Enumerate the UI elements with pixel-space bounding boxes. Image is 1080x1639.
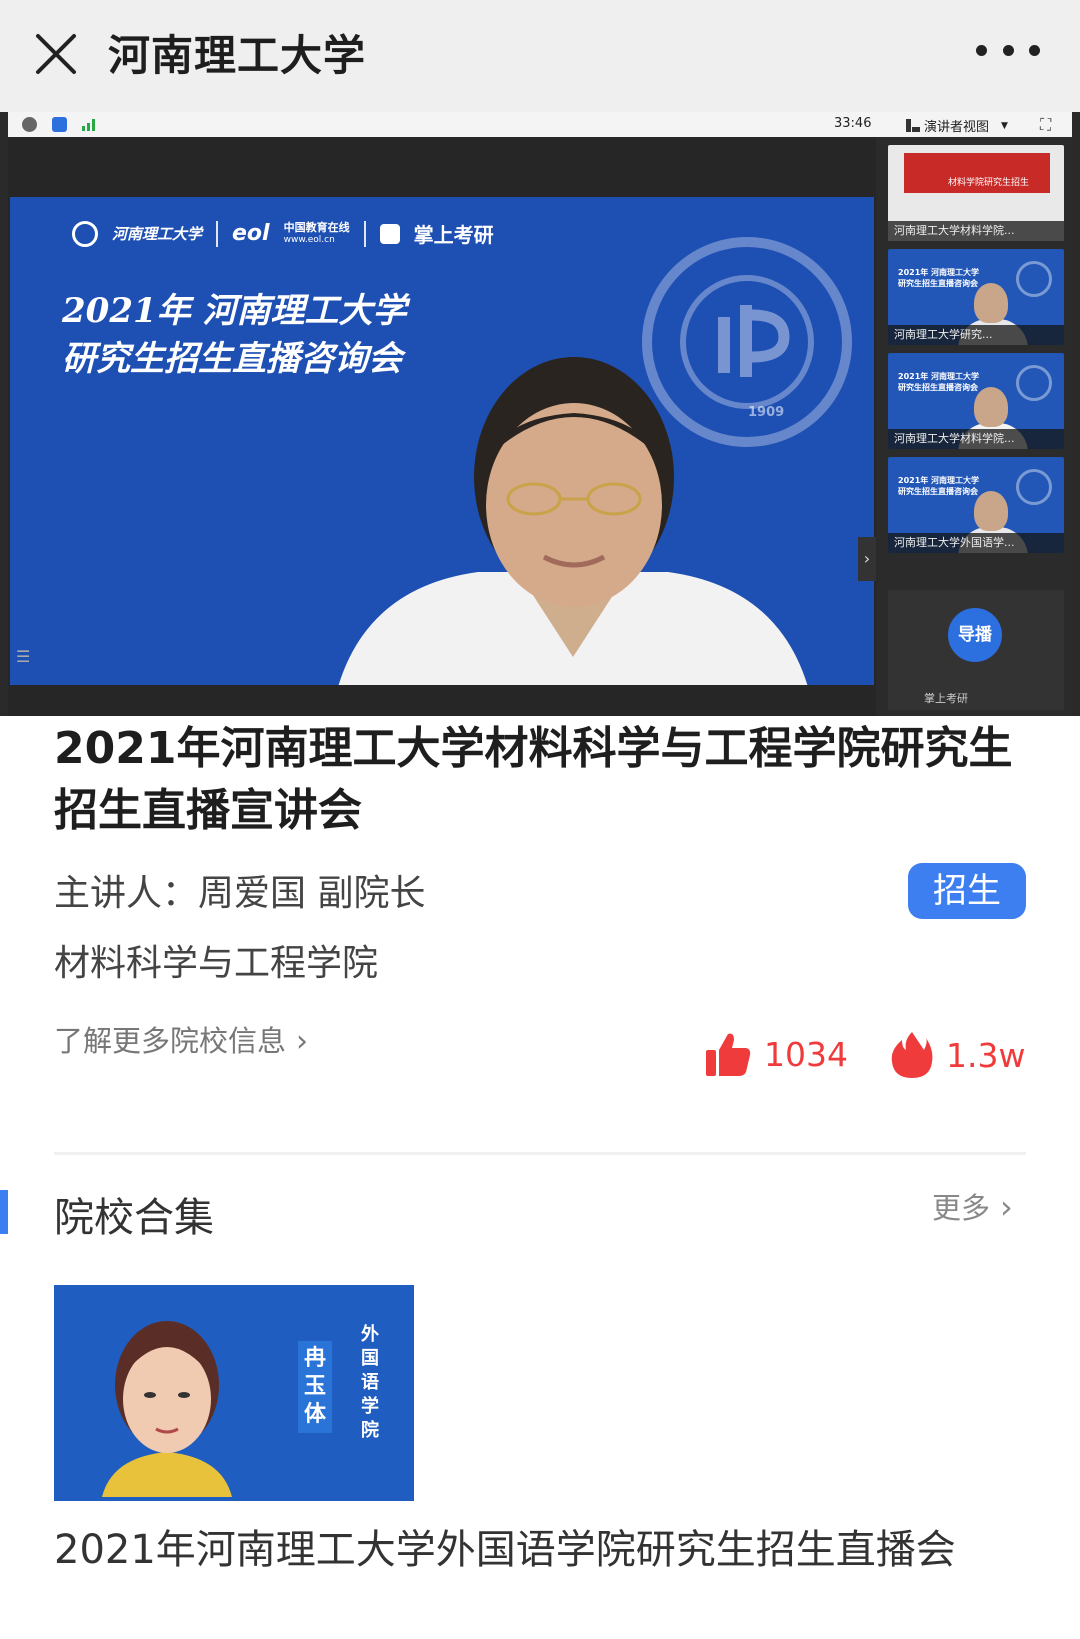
signal-icon [82,118,98,135]
speaker-info: 主讲人：周爱国 副院长 [54,873,426,914]
participant-thumbnail[interactable]: 2021年 河南理工大学 研究生招生直播咨询会 河南理工大学研究... [888,249,1064,345]
eol-logo-url: www.eol.cn [283,234,335,245]
department-name: 材料科学与工程学院 [54,943,379,984]
section-title: 院校合集 [54,1195,214,1241]
chevron-right-icon: › [1000,1188,1013,1226]
more-link[interactable]: 更多 › [932,1185,1013,1227]
thumbnail-slide-title: 材料学院研究生招生 [948,178,1030,188]
director-button[interactable]: 导播 [948,608,1002,662]
thumbnail-label: 河南理工大学研究... [888,325,1064,345]
learn-more-link[interactable]: 了解更多院校信息 › [54,1018,308,1060]
live-title: 2021年河南理工大学材料科学与工程学院研究生招生直播宣讲会 [54,723,1013,836]
live-video-player[interactable]: 33:46 演讲者视图 ▼ ⛶ 河南理工大学 eol 中国教育在线 www.eo… [0,112,1080,716]
view-mode-dropdown[interactable]: 演讲者视图 ▼ [906,116,1008,135]
thumbnail-title-line1: 2021年 河南理工大学 [898,268,980,277]
collection-item-title[interactable]: 2021年河南理工大学外国语学院研究生招生直播会 [54,1522,1014,1578]
category-tag[interactable]: 招生 [908,863,1026,919]
more-icon[interactable] [976,28,1040,72]
popularity-indicator: 1.3w [890,1030,1025,1080]
emblem-icon [1016,365,1052,401]
participant-thumbnail[interactable]: 2021年 河南理工大学 研究生招生直播咨询会 河南理工大学外国语学... [888,457,1064,553]
thumbnail-title-line2: 研究生招生直播咨询会 [898,383,978,392]
thumbs-up-icon [706,1033,751,1076]
speaker-photo [102,1321,232,1497]
more-label: 更多 [932,1191,991,1225]
participant-thumbnail[interactable]: 2021年 河南理工大学 研究生招生直播咨询会 河南理工大学材料学院... [888,353,1064,449]
fullscreen-icon[interactable]: ⛶ [1040,115,1051,135]
view-mode-label: 演讲者视图 [924,120,990,135]
layout-icon [906,119,920,132]
thumbnail-label: 河南理工大学材料学院... [888,221,1064,241]
info-icon[interactable] [22,117,37,132]
like-button[interactable]: 1034 [704,1030,848,1078]
participant-thumbnail[interactable]: 材料学院研究生招生 河南理工大学材料学院... [888,145,1064,241]
eol-logo-text: 中国教育在线 [283,220,350,234]
thumbnail-title-line1: 2021年 河南理工大学 [898,476,980,485]
eol-logo-icon: eol [232,221,270,246]
like-count: 1034 [764,1034,848,1074]
menu-icon[interactable]: ☰ [16,647,30,666]
thumbnail-title-line2: 研究生招生直播咨询会 [898,487,978,496]
hpu-logo-icon [72,220,98,247]
section-accent-bar [0,1190,8,1234]
thumbnail-label: 河南理工大学材料学院... [888,429,1064,449]
slide-logos: 河南理工大学 eol 中国教育在线 www.eol.cn 掌上考研 [72,219,494,248]
collection-item-thumbnail[interactable]: 冉玉体 外国语学院 [54,1285,414,1501]
kaoyan-logo-icon [379,223,400,244]
emblem-icon [1016,261,1052,297]
shield-icon[interactable] [52,117,67,132]
presentation-slide: 河南理工大学 eol 中国教育在线 www.eol.cn 掌上考研 2021年 … [10,197,874,685]
eol-logo: 中国教育在线 www.eol.cn [284,221,350,247]
page-title: 河南理工大学 [108,31,367,80]
director-tile[interactable]: 导播 掌上考研 [888,590,1064,710]
learn-more-label: 了解更多院校信息 [54,1024,287,1058]
slide-title-line1: 2021年 河南理工大学 [62,291,407,331]
director-label: 掌上考研 [924,692,968,705]
chevron-right-icon[interactable]: › [858,537,876,581]
chevron-right-icon: › [296,1024,309,1059]
player-toolbar: 33:46 演讲者视图 ▼ ⛶ [8,112,1072,137]
hpu-logo-text: 河南理工大学 [112,225,203,243]
main-video[interactable]: 河南理工大学 eol 中国教育在线 www.eol.cn 掌上考研 2021年 … [8,137,876,716]
thumbnail-label: 河南理工大学外国语学... [888,533,1064,553]
participant-sidebar: 材料学院研究生招生 河南理工大学材料学院... 2021年 河南理工大学 研究生招… [878,137,1072,716]
top-nav-bar: 河南理工大学 [0,0,1080,112]
chevron-down-icon: ▼ [1001,120,1008,131]
kaoyan-logo-text: 掌上考研 [413,223,494,247]
speaker-department: 外国语学院 [361,1324,379,1441]
flame-icon [891,1032,933,1078]
section-divider [54,1152,1026,1155]
emblem-icon [1016,469,1052,505]
close-icon[interactable] [30,28,82,80]
speaker-name: 冉玉体 [298,1341,332,1433]
elapsed-time: 33:46 [834,116,872,131]
thumbnail-title-line2: 研究生招生直播咨询会 [898,279,978,288]
thumbnail-title-line1: 2021年 河南理工大学 [898,372,980,381]
popularity-count: 1.3w [946,1035,1026,1075]
presenter-video [338,357,808,685]
